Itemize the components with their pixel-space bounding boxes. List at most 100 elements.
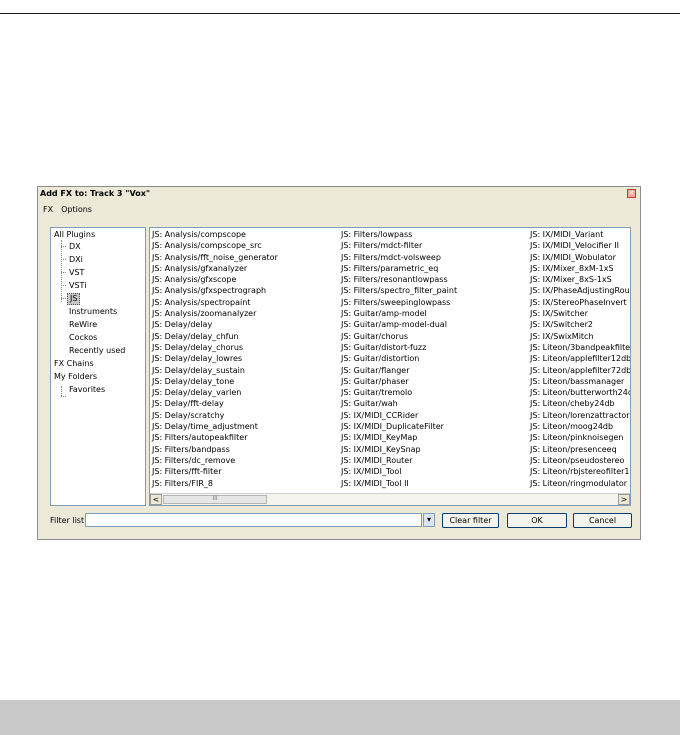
plugin-list-item[interactable]: JS: Filters/sweepinglowpass — [341, 297, 457, 308]
plugin-list-item[interactable]: JS: Guitar/distort-fuzz — [341, 342, 457, 353]
tree-connector — [61, 240, 62, 302]
plugin-list-item[interactable]: JS: Analysis/gfxspectrograph — [152, 285, 278, 296]
menu-options[interactable]: Options — [60, 205, 93, 217]
plugin-list-item[interactable]: JS: Liteon/cheby24db — [530, 398, 630, 409]
scroll-thumb[interactable]: III — [163, 495, 267, 504]
plugin-list-item[interactable]: JS: Delay/delay_varlen — [152, 387, 278, 398]
tree-item-all-plugins[interactable]: All Plugins — [54, 230, 95, 240]
plugin-list-item[interactable]: JS: Filters/lowpass — [341, 229, 457, 240]
plugin-list-item[interactable]: JS: IX/MIDI_Variant — [530, 229, 630, 240]
cancel-button[interactable]: Cancel — [573, 513, 632, 528]
plugin-list-item[interactable]: JS: IX/MIDI_KeySnap — [341, 444, 457, 455]
plugin-list-item[interactable]: JS: Liteon/applefilter72db — [530, 365, 630, 376]
page-top-rule — [0, 13, 680, 14]
plugin-list-item[interactable]: JS: Filters/fft-filter — [152, 466, 278, 477]
plugin-list-item[interactable]: JS: Analysis/spectropaint — [152, 297, 278, 308]
plugin-list-item[interactable]: JS: Liteon/butterworth24d — [530, 387, 630, 398]
plugin-list-item[interactable]: JS: IX/MIDI_Tool — [341, 466, 457, 477]
plugin-list-item[interactable]: JS: Liteon/ringmodulator — [530, 478, 630, 489]
plugin-list-item[interactable]: JS: Guitar/flanger — [341, 365, 457, 376]
plugin-list-item[interactable]: JS: IX/MIDI_Wobulator — [530, 252, 630, 263]
plugin-list-item[interactable]: JS: Liteon/bassmanager — [530, 376, 630, 387]
plugin-list-item[interactable]: JS: Filters/spectro_filter_paint — [341, 285, 457, 296]
plugin-list-item[interactable]: JS: Guitar/chorus — [341, 331, 457, 342]
plugin-list-item[interactable]: JS: Guitar/phaser — [341, 376, 457, 387]
plugin-list-item[interactable]: JS: IX/Mixer_8xM-1xS — [530, 263, 630, 274]
tree-item-cockos[interactable]: Cockos — [69, 333, 97, 343]
plugin-list-item[interactable]: JS: Filters/parametric_eq — [341, 263, 457, 274]
plugin-list-item[interactable]: JS: Analysis/gfxanalyzer — [152, 263, 278, 274]
plugin-list[interactable]: JS: Analysis/compscope JS: Analysis/comps… — [149, 227, 631, 506]
plugin-list-item[interactable]: JS: IX/Mixer_8xS-1xS — [530, 274, 630, 285]
plugin-list-item[interactable]: JS: Analysis/compscope — [152, 229, 278, 240]
plugin-list-item[interactable]: JS: Delay/delay_lowres — [152, 353, 278, 364]
menu-fx[interactable]: FX — [42, 205, 54, 217]
plugin-list-item[interactable]: JS: Delay/scratchy — [152, 410, 278, 421]
clear-filter-button[interactable]: Clear filter — [442, 513, 499, 528]
plugin-list-item[interactable]: JS: Liteon/lorenzattractor — [530, 410, 630, 421]
tree-item-fx-chains[interactable]: FX Chains — [54, 359, 94, 369]
plugin-list-item[interactable]: JS: IX/MIDI_KeyMap — [341, 432, 457, 443]
plugin-list-item[interactable]: JS: Filters/dc_remove — [152, 455, 278, 466]
tree-item-js[interactable]: JS — [67, 293, 81, 305]
plugin-column-3: JS: IX/MIDI_Variant JS: IX/MIDI_Velocifie… — [530, 229, 630, 489]
plugin-list-item[interactable]: JS: Delay/fft-delay — [152, 398, 278, 409]
tree-connector — [61, 285, 66, 286]
plugin-list-item[interactable]: JS: IX/MIDI_Router — [341, 455, 457, 466]
plugin-list-item[interactable]: JS: IX/Switcher — [530, 308, 630, 319]
plugin-list-item[interactable]: JS: Analysis/zoomanalyzer — [152, 308, 278, 319]
plugin-list-item[interactable]: JS: Delay/delay — [152, 319, 278, 330]
plugin-list-item[interactable]: JS: Guitar/wah — [341, 398, 457, 409]
plugin-list-item[interactable]: JS: Guitar/amp-model — [341, 308, 457, 319]
plugin-list-item[interactable]: JS: Liteon/presenceeq — [530, 444, 630, 455]
plugin-list-item[interactable]: JS: Filters/resonantlowpass — [341, 274, 457, 285]
plugin-list-item[interactable]: JS: Guitar/amp-model-dual — [341, 319, 457, 330]
plugin-list-item[interactable]: JS: Filters/bandpass — [152, 444, 278, 455]
plugin-list-item[interactable]: JS: IX/MIDI_Velocifier II — [530, 240, 630, 251]
tree-item-vst[interactable]: VST — [69, 268, 84, 278]
tree-item-instruments[interactable]: Instruments — [69, 307, 117, 317]
plugin-list-item[interactable]: JS: Liteon/pseudostereo — [530, 455, 630, 466]
plugin-list-item[interactable]: JS: IX/MIDI_CCRider — [341, 410, 457, 421]
plugin-list-item[interactable]: JS: Analysis/fft_noise_generator — [152, 252, 278, 263]
close-button[interactable]: ✕ — [627, 189, 636, 198]
plugin-list-item[interactable]: JS: Filters/mdct-volsweep — [341, 252, 457, 263]
plugin-list-item[interactable]: JS: Analysis/gfxscope — [152, 274, 278, 285]
filter-dropdown-button[interactable]: ▾ — [423, 513, 435, 527]
plugin-list-item[interactable]: JS: Delay/delay_sustain — [152, 365, 278, 376]
plugin-list-item[interactable]: JS: Liteon/applefilter12db — [530, 353, 630, 364]
tree-item-dx[interactable]: DX — [69, 242, 81, 252]
plugin-list-item[interactable]: JS: IX/Switcher2 — [530, 319, 630, 330]
horizontal-scrollbar[interactable]: < III > — [150, 493, 630, 505]
plugin-list-item[interactable]: JS: IX/SwixMitch — [530, 331, 630, 342]
plugin-list-item[interactable]: JS: Filters/FIR_8 — [152, 478, 278, 489]
plugin-list-item[interactable]: JS: Liteon/3bandpeakfilter — [530, 342, 630, 353]
plugin-list-item[interactable]: JS: Guitar/tremolo — [341, 387, 457, 398]
scroll-left-button[interactable]: < — [150, 494, 162, 505]
plugin-list-item[interactable]: JS: Filters/autopeakfilter — [152, 432, 278, 443]
plugin-list-item[interactable]: JS: Delay/delay_chorus — [152, 342, 278, 353]
plugin-list-item[interactable]: JS: Delay/delay_chfun — [152, 331, 278, 342]
tree-item-dxi[interactable]: DXi — [69, 255, 83, 265]
tree-item-favorites[interactable]: Favorites — [69, 385, 105, 395]
scroll-right-button[interactable]: > — [618, 494, 630, 505]
plugin-list-item[interactable]: JS: Analysis/compscope_src — [152, 240, 278, 251]
menu-bar: FX Options — [42, 205, 93, 217]
plugin-list-item[interactable]: JS: Delay/time_adjustment — [152, 421, 278, 432]
plugin-list-item[interactable]: JS: IX/PhaseAdjustingRou — [530, 285, 630, 296]
plugin-list-item[interactable]: JS: IX/StereoPhaseInvert — [530, 297, 630, 308]
plugin-list-item[interactable]: JS: Liteon/rbjstereofilter12 — [530, 466, 630, 477]
tree-item-my-folders[interactable]: My Folders — [54, 372, 97, 382]
plugin-list-item[interactable]: JS: IX/MIDI_Tool II — [341, 478, 457, 489]
plugin-list-item[interactable]: JS: Liteon/moog24db — [530, 421, 630, 432]
plugin-list-item[interactable]: JS: Filters/mdct-filter — [341, 240, 457, 251]
plugin-list-item[interactable]: JS: IX/MIDI_DuplicateFilter — [341, 421, 457, 432]
plugin-list-item[interactable]: JS: Delay/delay_tone — [152, 376, 278, 387]
ok-button[interactable]: OK — [507, 513, 567, 528]
tree-item-recently-used[interactable]: Recently used — [69, 346, 125, 356]
filter-input[interactable] — [85, 513, 422, 527]
plugin-list-item[interactable]: JS: Guitar/distortion — [341, 353, 457, 364]
tree-item-vsti[interactable]: VSTi — [69, 281, 86, 291]
plugin-list-item[interactable]: JS: Liteon/pinknoisegen — [530, 432, 630, 443]
tree-item-rewire[interactable]: ReWire — [69, 320, 97, 330]
